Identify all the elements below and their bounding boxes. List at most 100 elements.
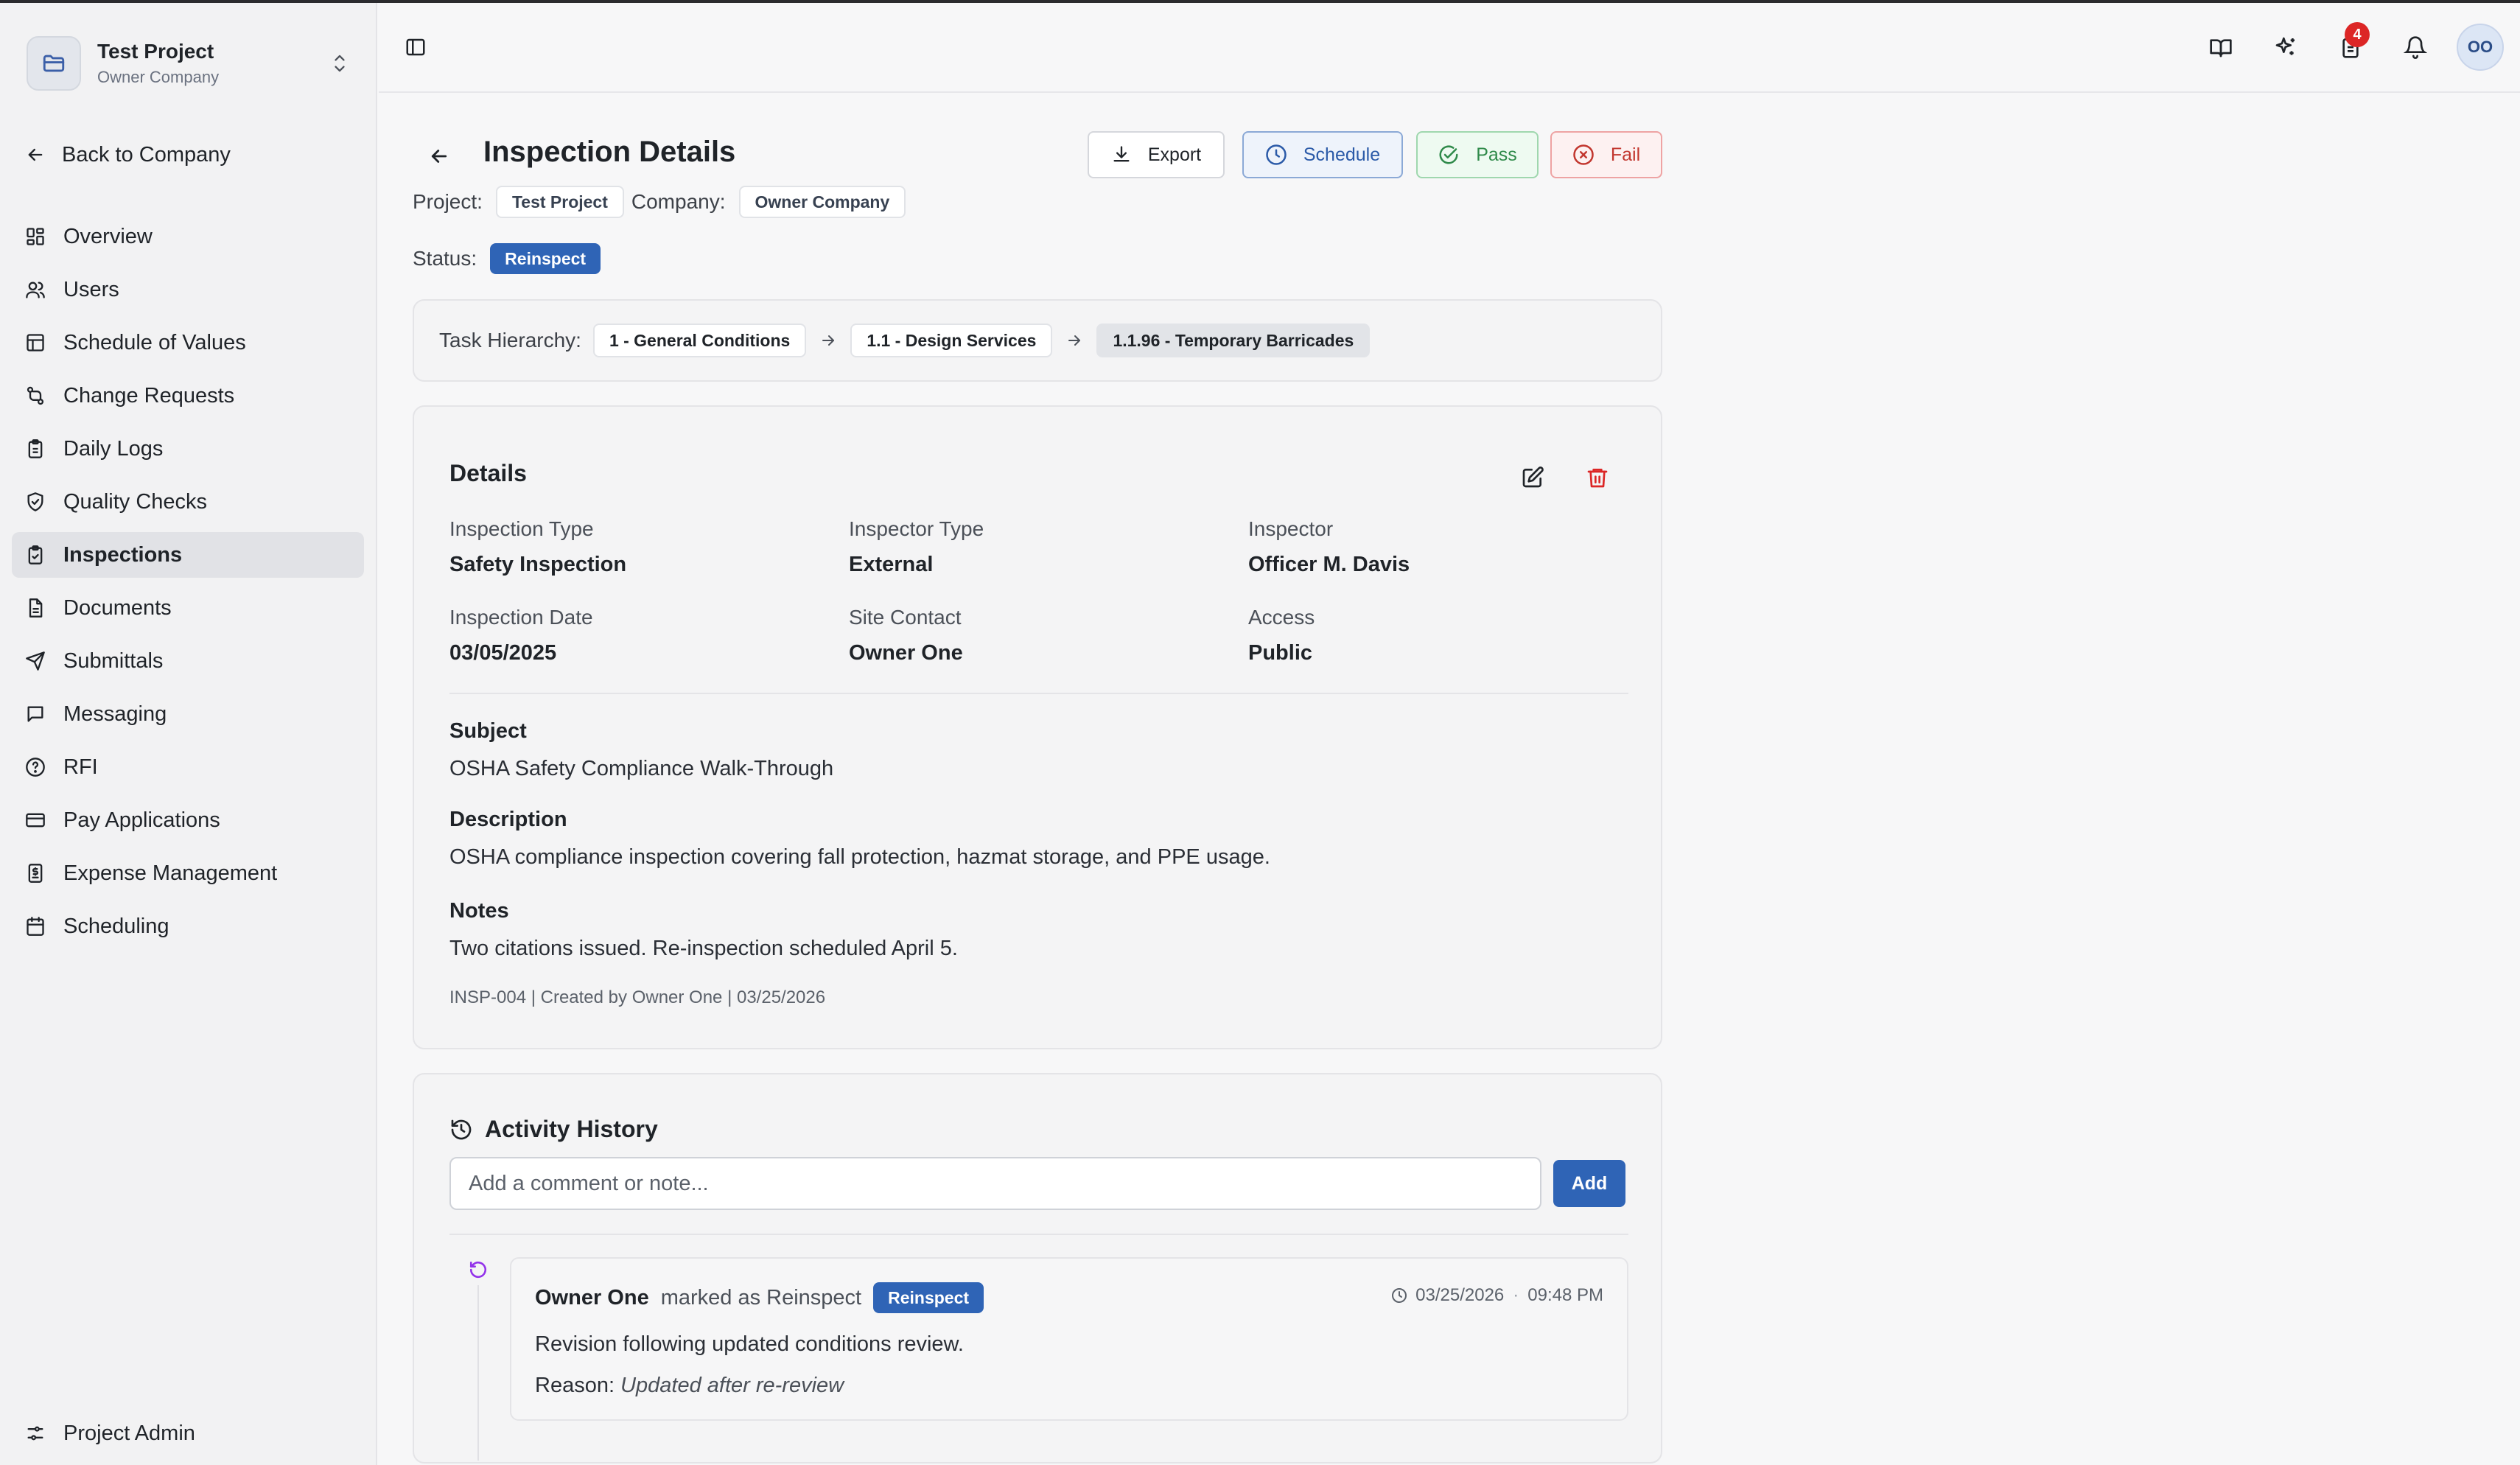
- status-badge: Reinspect: [490, 243, 601, 274]
- add-comment-button[interactable]: Add: [1553, 1160, 1625, 1207]
- project-name: Test Project: [97, 40, 214, 63]
- hierarchy-chip[interactable]: 1 - General Conditions: [592, 324, 807, 357]
- activity-timestamp: 03/25/2026 · 09:48 PM: [1390, 1285, 1603, 1306]
- chevrons-up-down-icon: [329, 49, 351, 78]
- sidebar-item-documents[interactable]: Documents: [12, 585, 364, 631]
- book-open-icon[interactable]: [2197, 24, 2244, 71]
- sidebar-item-schedule-of-values[interactable]: Schedule of Values: [12, 320, 364, 366]
- field-label: Inspector Type: [849, 517, 984, 540]
- sidebar-item-label: Inspections: [63, 542, 183, 567]
- project-label: Project:: [413, 190, 483, 213]
- schedule-button[interactable]: Schedule: [1242, 131, 1403, 178]
- field-label: Inspector: [1248, 517, 1334, 540]
- sidebar-item-daily-logs[interactable]: Daily Logs: [12, 426, 364, 472]
- edit-icon[interactable]: [1518, 463, 1547, 492]
- sidebar-item-label: RFI: [63, 755, 98, 779]
- hierarchy-chip-current[interactable]: 1.1.96 - Temporary Barricades: [1096, 324, 1371, 357]
- sidebar: Test Project Owner Company Back to Compa…: [0, 3, 377, 1465]
- notes-label: Notes: [449, 899, 509, 923]
- sidebar-item-label: Schedule of Values: [63, 330, 246, 354]
- sidebar-item-quality-checks[interactable]: Quality Checks: [12, 479, 364, 525]
- field-value: 03/05/2025: [449, 641, 557, 665]
- x-circle-icon: [1573, 144, 1594, 165]
- sidebar-item-label: Users: [63, 277, 119, 301]
- schedule-label: Schedule: [1303, 144, 1381, 165]
- sidebar-item-submittals[interactable]: Submittals: [12, 638, 364, 684]
- tasks-clipboard-icon[interactable]: 4: [2327, 22, 2374, 71]
- field-value: Public: [1248, 641, 1313, 665]
- notes-value: Two citations issued. Re-inspection sche…: [449, 937, 958, 960]
- activity-entry: Owner One marked as Reinspect Reinspect …: [510, 1257, 1628, 1421]
- description-label: Description: [449, 808, 567, 831]
- reason-value: Updated after re-review: [620, 1374, 844, 1397]
- topbar: 4 OO: [379, 3, 2520, 93]
- download-icon: [1113, 146, 1130, 162]
- sidebar-item-label: Documents: [63, 595, 172, 620]
- bell-icon[interactable]: [2392, 24, 2439, 71]
- hierarchy-chip[interactable]: 1.1 - Design Services: [850, 324, 1053, 357]
- export-button[interactable]: Export: [1088, 131, 1225, 178]
- timeline-line: [477, 1285, 479, 1461]
- sidebar-item-inspections[interactable]: Inspections: [12, 532, 364, 578]
- field-value: Officer M. Davis: [1248, 553, 1410, 576]
- message-icon: [24, 702, 47, 726]
- pass-label: Pass: [1476, 144, 1517, 165]
- back-to-company-link[interactable]: Back to Company: [22, 136, 354, 174]
- activity-status-badge: Reinspect: [873, 1282, 984, 1313]
- git-compare-icon: [24, 384, 47, 408]
- activity-time: 09:48 PM: [1527, 1285, 1603, 1305]
- field-inspection-date: Inspection Date 03/05/2025: [449, 606, 593, 665]
- notes-block: Notes Two citations issued. Re-inspectio…: [449, 899, 958, 961]
- document-icon: [24, 596, 47, 620]
- status-row: Status: Reinspect: [413, 243, 601, 274]
- clock-icon: [1266, 144, 1287, 165]
- shield-check-icon: [24, 490, 47, 514]
- activity-action: marked as Reinspect: [660, 1285, 862, 1310]
- field-value: Safety Inspection: [449, 553, 627, 576]
- details-title: Details: [449, 460, 527, 486]
- help-circle-icon: [24, 755, 47, 779]
- project-switcher[interactable]: Test Project Owner Company: [27, 31, 351, 96]
- sidebar-item-messaging[interactable]: Messaging: [12, 691, 364, 737]
- comment-input[interactable]: [449, 1157, 1541, 1210]
- sidebar-item-users[interactable]: Users: [12, 267, 364, 312]
- sidebar-item-pay-applications[interactable]: Pay Applications: [12, 797, 364, 843]
- user-avatar[interactable]: OO: [2457, 24, 2504, 71]
- field-label: Inspection Type: [449, 517, 594, 540]
- field-inspector: Inspector Officer M. Davis: [1248, 517, 1410, 577]
- sidebar-toggle-icon[interactable]: [401, 32, 430, 62]
- sidebar-item-scheduling[interactable]: Scheduling: [12, 903, 364, 949]
- credit-card-icon: [24, 808, 47, 832]
- folder-icon: [27, 36, 81, 91]
- sidebar-item-change-requests[interactable]: Change Requests: [12, 373, 364, 419]
- task-hierarchy-card: Task Hierarchy: 1 - General Conditions 1…: [413, 299, 1662, 382]
- back-to-company-label: Back to Company: [62, 142, 231, 167]
- sliders-icon: [24, 1422, 47, 1445]
- sidebar-item-label: Scheduling: [63, 914, 169, 938]
- activity-date: 03/25/2026: [1415, 1285, 1505, 1305]
- project-company: Owner Company: [97, 68, 220, 86]
- field-access: Access Public: [1248, 606, 1315, 665]
- sidebar-item-project-admin[interactable]: Project Admin: [12, 1410, 364, 1456]
- back-arrow-icon[interactable]: [423, 140, 455, 172]
- history-icon: [451, 1119, 472, 1139]
- trash-icon[interactable]: [1583, 463, 1612, 492]
- sidebar-item-label: Pay Applications: [63, 808, 220, 832]
- export-label: Export: [1147, 144, 1202, 165]
- sidebar-item-rfi[interactable]: RFI: [12, 744, 364, 790]
- sidebar-item-overview[interactable]: Overview: [12, 214, 364, 259]
- activity-history-card: Activity History Add Owner One marked as…: [413, 1073, 1662, 1464]
- sparkles-icon[interactable]: [2262, 24, 2309, 71]
- company-chip: Owner Company: [738, 186, 906, 218]
- sidebar-item-label: Daily Logs: [63, 436, 164, 461]
- receipt-icon: [24, 861, 47, 885]
- pass-button[interactable]: Pass: [1416, 131, 1539, 178]
- fail-button[interactable]: Fail: [1550, 131, 1662, 178]
- sidebar-nav: Overview Users Schedule of Values Change…: [12, 214, 364, 957]
- fail-label: Fail: [1610, 144, 1641, 165]
- clipboard-icon: [24, 437, 47, 461]
- status-label: Status:: [413, 247, 477, 270]
- field-label: Site Contact: [849, 606, 962, 629]
- sidebar-item-expense-management[interactable]: Expense Management: [12, 850, 364, 896]
- task-hierarchy-label: Task Hierarchy:: [439, 329, 581, 352]
